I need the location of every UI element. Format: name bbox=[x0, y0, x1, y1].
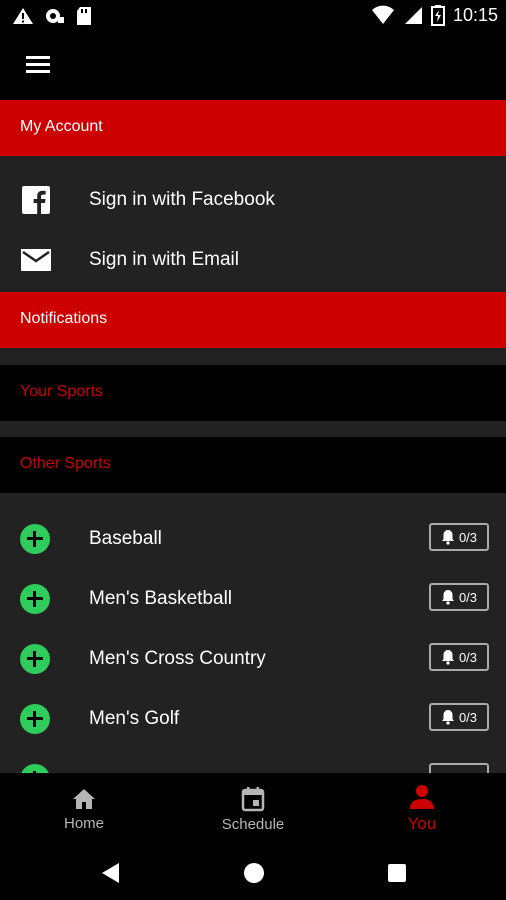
sign-in-facebook-row[interactable]: Sign in with Facebook bbox=[0, 170, 506, 230]
envelope-icon bbox=[21, 249, 51, 271]
recents-icon[interactable] bbox=[384, 860, 410, 886]
bell-icon bbox=[441, 530, 454, 545]
notification-count: 0/3 bbox=[458, 649, 478, 665]
your-sports-header: Your Sports bbox=[0, 365, 506, 421]
sport-row: Baseball 0/3 bbox=[0, 509, 506, 569]
notifications-header: Notifications bbox=[0, 292, 506, 348]
my-account-title: My Account bbox=[20, 118, 103, 135]
add-sport-button[interactable] bbox=[20, 524, 50, 554]
nav-you-label: You bbox=[407, 814, 437, 833]
sport-row: Men's Golf 0/3 bbox=[0, 689, 506, 749]
wifi-icon bbox=[371, 5, 394, 24]
signal-icon bbox=[404, 7, 422, 24]
battery-icon bbox=[430, 5, 445, 26]
nav-home[interactable]: Home bbox=[0, 773, 168, 845]
notification-count-button[interactable]: 0/3 bbox=[429, 523, 489, 551]
sport-label: Men's Basketball bbox=[89, 588, 233, 609]
voicemail-icon bbox=[46, 9, 64, 23]
home-icon bbox=[73, 788, 95, 809]
hamburger-menu-button[interactable] bbox=[18, 46, 58, 82]
your-sports-title: Your Sports bbox=[20, 383, 104, 400]
person-icon bbox=[410, 785, 434, 809]
facebook-label: Sign in with Facebook bbox=[89, 189, 275, 210]
add-sport-button[interactable] bbox=[20, 584, 50, 614]
sign-in-email-row[interactable]: Sign in with Email bbox=[0, 230, 506, 290]
back-icon[interactable] bbox=[98, 860, 124, 886]
bell-icon bbox=[441, 710, 454, 725]
nav-schedule[interactable]: Schedule bbox=[169, 773, 337, 845]
nav-you[interactable]: You bbox=[338, 773, 506, 845]
facebook-icon bbox=[22, 186, 50, 214]
sport-row: Men's Cross Country 0/3 bbox=[0, 629, 506, 689]
calendar-icon bbox=[241, 786, 265, 811]
bottom-navigation: Home Schedule You bbox=[0, 773, 506, 845]
add-sport-button[interactable] bbox=[20, 764, 50, 773]
other-sports-header: Other Sports bbox=[0, 437, 506, 493]
notifications-title: Notifications bbox=[20, 310, 108, 327]
notification-count-button[interactable]: 0/3 bbox=[429, 703, 489, 731]
nav-schedule-label: Schedule bbox=[221, 815, 285, 833]
notification-count-button[interactable]: 0/3 bbox=[429, 583, 489, 611]
email-label: Sign in with Email bbox=[89, 249, 239, 270]
my-account-header: My Account bbox=[0, 100, 506, 156]
sport-label: Baseball bbox=[89, 528, 162, 549]
hamburger-icon bbox=[26, 56, 50, 73]
notification-count-button[interactable] bbox=[429, 763, 489, 773]
bell-icon bbox=[441, 590, 454, 605]
add-sport-button[interactable] bbox=[20, 704, 50, 734]
bell-icon bbox=[441, 650, 454, 665]
nav-home-label: Home bbox=[63, 814, 104, 832]
notification-count: 0/3 bbox=[458, 589, 478, 605]
sport-row-partial bbox=[0, 749, 506, 773]
sport-label: Men's Cross Country bbox=[89, 648, 266, 669]
other-sports-title: Other Sports bbox=[20, 455, 111, 472]
warning-icon bbox=[13, 8, 33, 24]
clock: 10:15 bbox=[452, 4, 498, 25]
status-bar: 10:15 bbox=[0, 0, 506, 30]
notification-count-button[interactable]: 0/3 bbox=[429, 643, 489, 671]
sport-label: Men's Golf bbox=[89, 708, 180, 729]
add-sport-button[interactable] bbox=[20, 644, 50, 674]
notification-count: 0/3 bbox=[458, 709, 478, 725]
notification-count: 0/3 bbox=[458, 529, 478, 545]
sd-card-icon bbox=[77, 7, 91, 25]
home-circle-icon[interactable] bbox=[241, 860, 267, 886]
system-navigation-bar bbox=[0, 845, 506, 900]
app-bar bbox=[0, 30, 506, 100]
sport-row: Men's Basketball 0/3 bbox=[0, 569, 506, 629]
